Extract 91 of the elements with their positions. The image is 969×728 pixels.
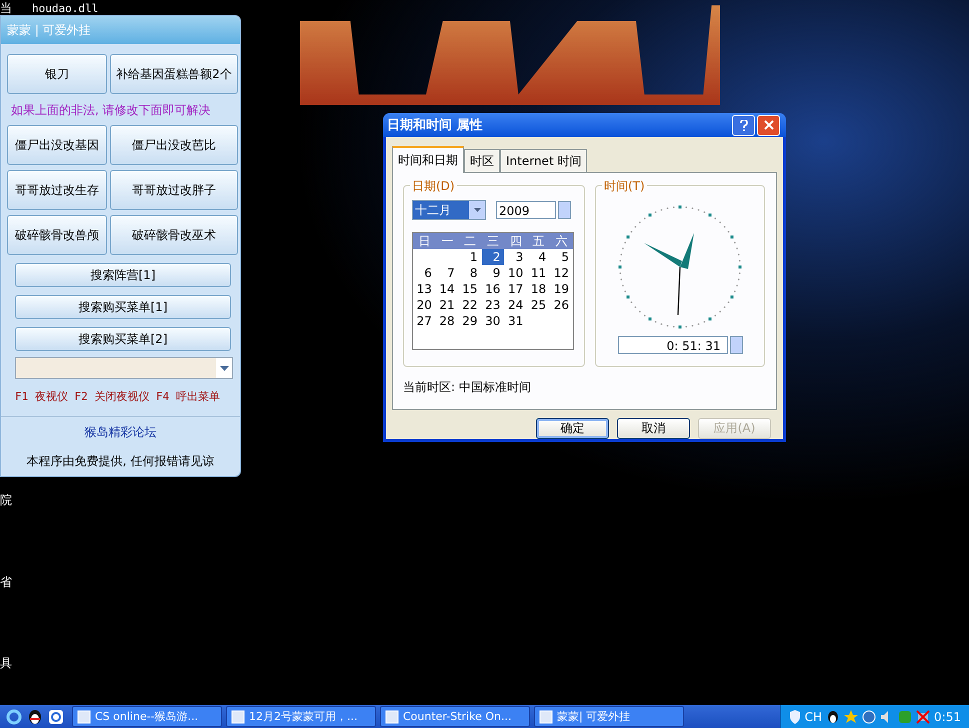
star-icon[interactable]: [844, 710, 858, 724]
tab[interactable]: Internet 时间: [500, 149, 588, 172]
desktop-icon-label: houdao.dll: [32, 2, 98, 15]
window-title: 日期和时间 属性: [387, 117, 484, 134]
window-icon: [539, 710, 553, 724]
calendar-day[interactable]: 13: [413, 281, 436, 297]
clock-text: 0:51: [934, 710, 961, 724]
calendar-day[interactable]: 27: [413, 313, 436, 329]
desktop-icon-label: 省: [0, 574, 12, 591]
calendar-day[interactable]: 4: [527, 249, 550, 265]
weekday-label: 六: [554, 233, 569, 249]
window-icon: [385, 710, 399, 724]
taskbar-button[interactable]: 蒙蒙| 可爱外挂: [534, 706, 684, 727]
function-button[interactable]: 哥哥放过改生存: [7, 170, 107, 210]
group-label: 日期(D): [410, 178, 457, 195]
help-icon: [740, 120, 748, 130]
desktop-icon-label: 院: [0, 492, 12, 509]
weekday-label: 日: [417, 233, 432, 249]
window-icon: [77, 710, 91, 724]
weekday-label: 二: [463, 233, 478, 249]
calendar-day[interactable]: 1: [458, 249, 482, 265]
window-title: 蒙蒙 | 可爱外挂: [1, 16, 240, 44]
notice-text: 如果上面的非法, 请修改下面即可解决: [11, 102, 212, 119]
weekday-label: 五: [532, 233, 546, 249]
function-button[interactable]: 僵尸出没改基因: [7, 125, 107, 165]
calendar-day[interactable]: 5: [550, 249, 573, 265]
dialog-button[interactable]: 取消: [617, 418, 690, 439]
time-field[interactable]: 0: 51: 31: [618, 336, 728, 354]
calendar-day[interactable]: 30: [482, 313, 504, 329]
tab[interactable]: 时区: [464, 149, 500, 172]
calendar-day[interactable]: 17: [504, 281, 528, 297]
calendar-day[interactable]: 8: [458, 265, 482, 281]
function-button[interactable]: 哥哥放过改胖子: [110, 170, 238, 210]
hotkey-text: F1 夜视仪 F2 关闭夜视仪 F4 呼出菜单: [15, 389, 221, 404]
timezone-text: 当前时区: 中国标准时间: [403, 379, 532, 396]
calendar-day[interactable]: 31: [504, 313, 528, 329]
function-button[interactable]: 补给基因蛋糕兽额2个: [110, 54, 238, 94]
calendar-day[interactable]: 2: [482, 249, 504, 265]
calendar-day[interactable]: 9: [482, 265, 504, 281]
year-field[interactable]: 2009: [496, 201, 556, 219]
calendar-day[interactable]: 6: [413, 265, 436, 281]
calendar-day[interactable]: 10: [504, 265, 528, 281]
calendar-day[interactable]: 16: [482, 281, 504, 297]
calendar-day[interactable]: 24: [504, 297, 528, 313]
network-disconnected-icon[interactable]: [916, 710, 930, 724]
calendar-day[interactable]: 15: [458, 281, 482, 297]
calendar-day[interactable]: 25: [527, 297, 550, 313]
calendar-day[interactable]: 21: [436, 297, 459, 313]
taskbar-button[interactable]: 12月2号蒙蒙可用，...: [226, 706, 376, 727]
calendar-day[interactable]: 20: [413, 297, 436, 313]
weekday-label: 四: [508, 233, 523, 249]
calendar-day[interactable]: 11: [527, 265, 550, 281]
search-button[interactable]: 搜索购买菜单[2]: [15, 327, 231, 351]
desktop-icon-label: 当: [0, 0, 12, 17]
taskbar-button[interactable]: CS online--猴岛游...: [72, 706, 222, 727]
dropdown-arrow-icon: [220, 366, 228, 370]
dialog-button[interactable]: 确定: [536, 418, 609, 439]
calendar-day[interactable]: 19: [550, 281, 573, 297]
function-button[interactable]: 破碎骸骨改巫术: [110, 215, 238, 255]
calendar-day[interactable]: 29: [458, 313, 482, 329]
window-icon: [231, 710, 245, 724]
function-button[interactable]: 僵尸出没改芭比: [110, 125, 238, 165]
close-icon: [764, 120, 774, 130]
weekday-label: 三: [486, 233, 500, 249]
function-button[interactable]: 破碎骸骨改兽颅: [7, 215, 107, 255]
calendar-day[interactable]: 14: [436, 281, 459, 297]
calendar-day[interactable]: 7: [436, 265, 459, 281]
calendar-day[interactable]: 23: [482, 297, 504, 313]
search-button[interactable]: 搜索阵营[1]: [15, 263, 231, 287]
calendar-day[interactable]: 22: [458, 297, 482, 313]
penguin-icon[interactable]: [826, 710, 840, 724]
desktop-icon-label: 具: [0, 655, 12, 672]
function-button[interactable]: 银刀: [7, 54, 107, 94]
group-label: 时间(T): [602, 178, 647, 195]
taskbar-button[interactable]: Counter-Strike On...: [380, 706, 530, 727]
penguin-icon[interactable]: [28, 708, 42, 724]
search-button[interactable]: 搜索购买菜单[1]: [15, 295, 231, 319]
calendar-day[interactable]: 28: [436, 313, 459, 329]
close-button[interactable]: [757, 114, 780, 136]
calendar-day[interactable]: 12: [550, 265, 573, 281]
calendar-day[interactable]: 26: [550, 297, 573, 313]
weekday-label: 一: [440, 233, 454, 249]
forum-link[interactable]: 猴岛精彩论坛: [7, 424, 234, 441]
month-dropdown[interactable]: 十二月: [412, 200, 486, 220]
dropdown-arrow-icon: [474, 208, 480, 212]
dropdown-field[interactable]: [15, 357, 233, 379]
footer-text: 本程序由免费提供, 任何报错请见谅: [26, 453, 216, 470]
calendar-day[interactable]: 18: [527, 281, 550, 297]
tab[interactable]: 时间和日期: [392, 146, 464, 173]
help-button[interactable]: [732, 114, 755, 136]
calendar-day[interactable]: 3: [504, 249, 528, 265]
